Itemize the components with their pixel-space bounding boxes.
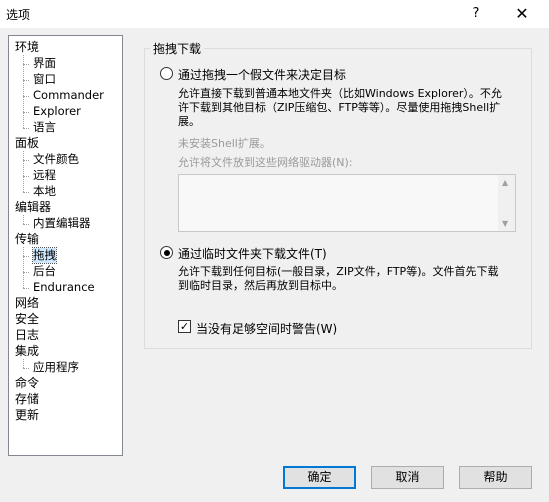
tree-item[interactable]: 拖拽	[32, 247, 57, 264]
warn-space-checkbox[interactable]: ✓	[178, 320, 191, 333]
scroll-down-icon[interactable]: ▼	[502, 219, 508, 228]
tree-item[interactable]: 编辑器	[15, 200, 51, 215]
tree-item[interactable]: 命令	[15, 376, 39, 391]
fake-file-radio[interactable]	[160, 67, 173, 80]
help-icon[interactable]: ?	[464, 2, 488, 26]
temp-folder-label[interactable]: 通过临时文件夹下载文件(T)	[178, 245, 327, 262]
tree-connector	[23, 288, 29, 289]
fake-file-desc-1: 允许直接下载到普通本地文件夹（比如Windows Explorer）。不允	[178, 87, 502, 100]
tree-item[interactable]: 内置编辑器	[33, 216, 91, 231]
tree-item[interactable]: 日志	[15, 328, 39, 343]
tree-connector	[23, 151, 24, 192]
temp-folder-desc-2: 到临时目录，然后再放到目标中。	[178, 279, 343, 292]
tree-item[interactable]: 环境	[15, 40, 39, 55]
tree-item[interactable]: 界面	[33, 56, 56, 71]
tree-item[interactable]: 集成	[15, 344, 39, 359]
title-bar: 选项 ? ✕	[0, 0, 549, 28]
tree-item[interactable]: 语言	[33, 120, 56, 135]
tree-item[interactable]: Explorer	[33, 104, 81, 119]
tree-item[interactable]: 文件颜色	[33, 152, 79, 167]
tree-item[interactable]: 传输	[15, 232, 39, 247]
tree-item[interactable]: 应用程序	[33, 360, 79, 375]
tree-item[interactable]: 窗口	[33, 72, 56, 87]
temp-folder-desc-1: 允许下载到任何目标(一般目录，ZIP文件，FTP等)。文件首先下载	[178, 265, 499, 278]
tree-connector	[23, 192, 29, 193]
tree-item[interactable]: Endurance	[33, 280, 95, 295]
fake-file-desc-3: 展。	[178, 115, 200, 128]
help-button[interactable]: 帮助	[459, 466, 532, 489]
tree-connector	[23, 224, 29, 225]
network-drives-list[interactable]: ▲ ▼	[178, 174, 516, 232]
scroll-up-icon[interactable]: ▲	[502, 178, 508, 187]
tree-item[interactable]: 面板	[15, 136, 39, 151]
tree-item[interactable]: Commander	[33, 88, 104, 103]
network-drives-label: 允许将文件放到这些网络驱动器(N):	[178, 156, 353, 169]
close-icon[interactable]: ✕	[508, 2, 536, 26]
tree-connector	[23, 368, 29, 369]
tree-connector	[23, 128, 29, 129]
tree-item[interactable]: 后台	[33, 264, 56, 279]
temp-folder-radio[interactable]	[160, 246, 173, 259]
options-tree[interactable]: 环境 界面 窗口 Commander Explorer 语言 面板 文件颜色 远程 本地 编辑器 内置…	[8, 35, 123, 456]
tree-connector	[23, 215, 24, 224]
tree-item[interactable]: 存储	[15, 392, 39, 407]
cancel-button[interactable]: 取消	[371, 466, 444, 489]
fake-file-desc-2: 许下载到其他目标（ZIP压缩包、FTP等等）。尽量使用拖拽Shell扩	[178, 101, 501, 114]
shell-status-text: 未安装Shell扩展。	[178, 137, 271, 150]
tree-item[interactable]: 远程	[33, 168, 56, 183]
tree-item[interactable]: 更新	[15, 408, 39, 423]
tree-connector	[23, 359, 24, 368]
warn-space-label[interactable]: 当没有足够空间时警告(W)	[196, 320, 337, 337]
tree-item[interactable]: 本地	[33, 184, 56, 199]
window-title: 选项	[6, 8, 31, 22]
fake-file-label[interactable]: 通过拖拽一个假文件来决定目标	[178, 66, 346, 83]
tree-item[interactable]: 网络	[15, 296, 39, 311]
tree-connector	[23, 55, 24, 128]
network-drives-scrollbar[interactable]: ▲ ▼	[498, 175, 515, 231]
tree-connector	[23, 247, 24, 288]
ok-button[interactable]: 确定	[283, 466, 356, 489]
tree-item[interactable]: 安全	[15, 312, 39, 327]
group-title: 拖拽下载	[150, 40, 205, 57]
